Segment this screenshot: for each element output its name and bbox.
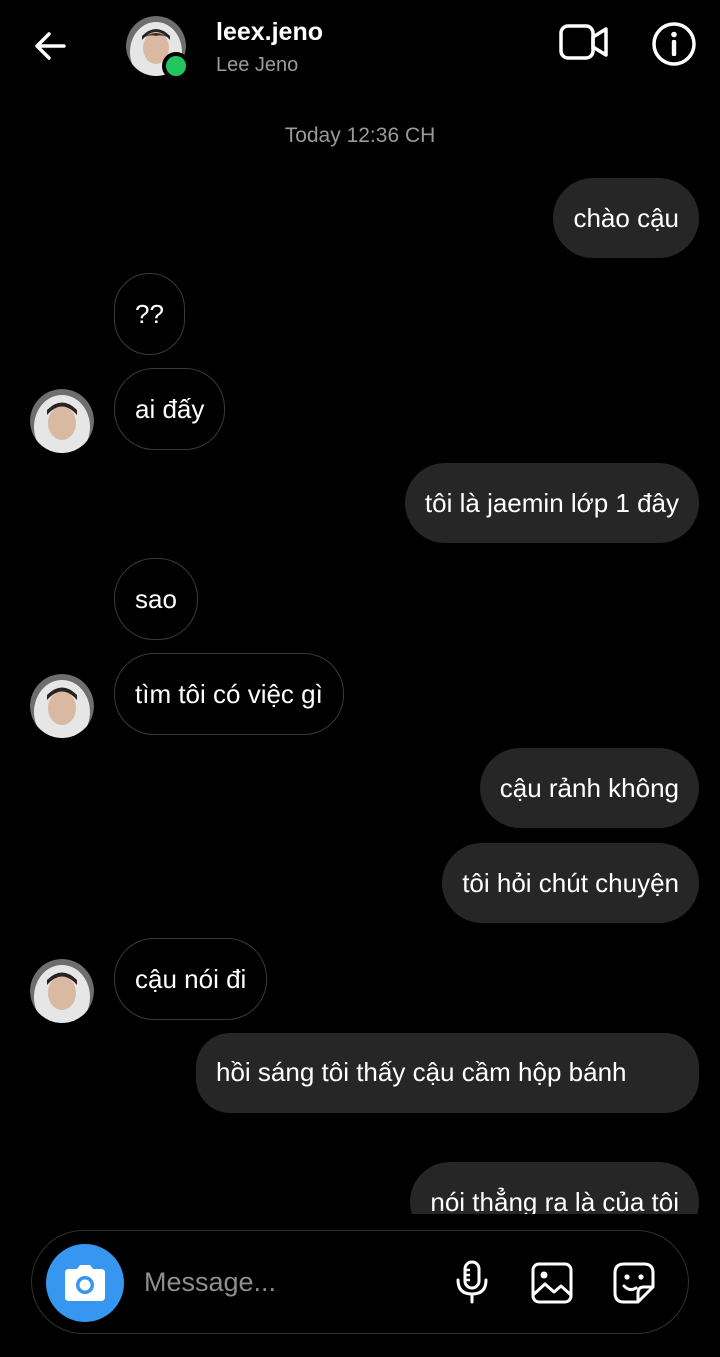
chat-fullname: Lee Jeno — [216, 54, 299, 76]
message-incoming[interactable]: tìm tôi có việc gì — [114, 653, 344, 735]
sender-avatar[interactable] — [30, 959, 94, 1023]
message-outgoing[interactable]: hồi sáng tôi thấy cậu cầm hộp bánh — [196, 1033, 699, 1113]
message-input[interactable] — [144, 1259, 434, 1305]
chat-header: leex.jeno Lee Jeno — [0, 0, 720, 92]
thread-timestamp: Today 12:36 CH — [284, 124, 436, 147]
microphone-icon — [456, 1260, 488, 1304]
message-incoming[interactable]: ?? — [114, 273, 185, 355]
message-outgoing[interactable]: cậu rảnh không — [479, 748, 699, 828]
message-composer — [31, 1230, 689, 1334]
arrow-left-icon — [35, 32, 66, 60]
message-incoming[interactable]: ai đấy — [114, 368, 226, 450]
gallery-icon — [531, 1262, 573, 1304]
message-outgoing[interactable]: nói thẳng ra là của tôi — [410, 1162, 699, 1214]
gallery-button[interactable] — [528, 1259, 576, 1307]
message-outgoing[interactable]: tôi là jaemin lớp 1 đây — [404, 463, 699, 543]
voice-message-button[interactable] — [450, 1259, 494, 1307]
camera-button[interactable] — [46, 1244, 124, 1322]
conversation-info-button[interactable] — [650, 20, 698, 68]
message-incoming[interactable]: sao — [114, 558, 198, 640]
sticker-button[interactable] — [610, 1259, 658, 1307]
message-incoming[interactable]: cậu nói đi — [114, 938, 268, 1020]
back-button[interactable] — [26, 22, 74, 70]
video-call-button[interactable] — [556, 20, 612, 64]
camera-icon — [65, 1265, 105, 1301]
message-thread[interactable]: Today 12:36 CH chào cậu ?? ai đấy tôi là… — [0, 92, 720, 1214]
message-outgoing[interactable]: chào cậu — [553, 178, 699, 258]
message-outgoing[interactable]: tôi hỏi chút chuyện — [442, 843, 699, 923]
online-status-dot — [162, 52, 190, 80]
sender-avatar[interactable] — [30, 389, 94, 453]
info-icon — [652, 22, 696, 66]
video-camera-icon — [559, 24, 608, 60]
sender-avatar[interactable] — [30, 674, 94, 738]
dm-screen: leex.jeno Lee Jeno Today 12:36 CH chào c… — [0, 0, 720, 1357]
sticker-icon — [613, 1262, 655, 1304]
chat-username[interactable]: leex.jeno — [216, 18, 323, 47]
